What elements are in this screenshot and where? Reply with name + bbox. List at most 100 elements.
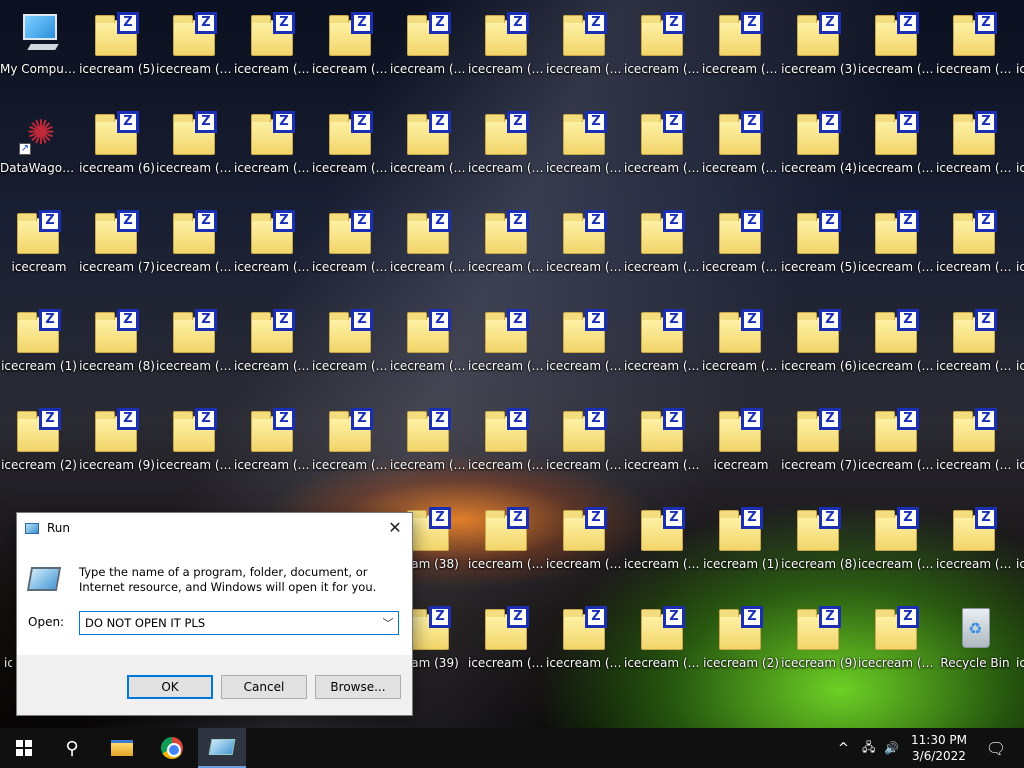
desktop-icon-zip-folder[interactable]: Zicecream (50) [546,301,624,393]
desktop-icon-zip-folder[interactable]: Zicecream (16) [156,400,234,492]
desktop-icon-zip-folder[interactable]: Zicecream (64) [702,301,780,393]
desktop-icon-zip-folder[interactable]: Zicecream (19) [234,4,312,96]
desktop-icon-zip-folder[interactable]: Zicecream (2) [702,598,780,690]
search-button[interactable]: ⚲ [48,728,96,768]
desktop-icon-zip-folder[interactable]: Zicecream (58) [624,400,702,492]
cancel-button[interactable]: Cancel [221,675,307,699]
desktop-icon-zip-folder[interactable]: Zicecream (34) [390,103,468,195]
desktop-icon-zip-folder[interactable]: Zicecream (57) [624,301,702,393]
desktop-icon-label-cutoff[interactable]: ic [1016,260,1024,274]
desktop-icon-zip-folder[interactable]: Zicecream (40) [468,4,546,96]
start-button[interactable] [0,728,48,768]
desktop-icon-zip-folder[interactable]: Zicecream (10) [858,4,936,96]
desktop-icon-zip-folder[interactable]: Zicecream [702,400,780,492]
desktop-icon-zip-folder[interactable]: Zicecream (9) [78,400,156,492]
desktop-icon-zip-folder[interactable]: Zicecream (1) [702,499,780,591]
desktop-icon-zip-folder[interactable]: Zicecream (4) [780,103,858,195]
desktop-icon-zip-folder[interactable]: Zicecream (46) [468,598,546,690]
desktop-icon-zip-folder[interactable]: Zicecream (12) [858,202,936,294]
desktop-icon-zip-folder[interactable]: Zicecream (59) [624,499,702,591]
desktop-icon-datawagon[interactable]: ✺ ↗ DataWagon... [0,103,78,195]
desktop-icon-zip-folder[interactable]: Zicecream (27) [312,103,390,195]
desktop-icon-label-cutoff[interactable]: ic [1016,161,1024,175]
desktop-icon-zip-folder[interactable]: Zicecream (2) [0,400,78,492]
desktop-icon-zip-folder[interactable]: Zicecream (43) [468,301,546,393]
desktop-icon-zip-folder[interactable]: Zicecream (55) [624,103,702,195]
network-icon[interactable]: 🖧 [862,728,875,768]
desktop-icon-label-cutoff[interactable]: ic [1016,62,1024,76]
desktop-icon-zip-folder[interactable]: Zicecream (12) [156,4,234,96]
desktop-icon-zip-folder[interactable]: Zicecream (18) [936,103,1014,195]
desktop-icon-zip-folder[interactable]: Zicecream (52) [546,499,624,591]
desktop-icon-zip-folder[interactable]: Zicecream (1) [0,301,78,393]
tray-chevron-icon[interactable]: ^ [838,728,849,768]
desktop-icon-zip-folder[interactable]: Zicecream (63) [702,202,780,294]
open-input[interactable]: DO NOT OPEN IT PLS [80,616,378,630]
desktop-icon-zip-folder[interactable]: Zicecream (5) [780,202,858,294]
open-combobox[interactable]: DO NOT OPEN IT PLS ﹀ [79,611,399,635]
desktop-icon-zip-folder[interactable]: Zicecream (49) [546,202,624,294]
desktop-icon-computer[interactable]: My Computer [0,4,78,96]
desktop-icon-zip-folder[interactable]: Zicecream (22) [234,301,312,393]
desktop-icon-zip-folder[interactable]: Zicecream (45) [468,499,546,591]
desktop-icon-zip-folder[interactable]: Zicecream (6) [780,301,858,393]
desktop-icon-label-cutoff[interactable]: ic [1016,359,1024,373]
desktop-icon-zip-folder[interactable]: Zicecream (20) [936,301,1014,393]
chrome-button[interactable] [148,728,196,768]
file-explorer-button[interactable] [98,728,146,768]
desktop-icon-label-cutoff[interactable]: ic [4,656,12,670]
desktop-icon-zip-folder[interactable]: Zicecream (36) [390,301,468,393]
desktop-icon-zip-folder[interactable]: Zicecream (22) [936,499,1014,591]
desktop-icon-zip-folder[interactable]: Zicecream (60) [624,598,702,690]
desktop-icon-zip-folder[interactable]: Zicecream (21) [936,400,1014,492]
desktop-icon-zip-folder[interactable]: Zicecream (16) [858,598,936,690]
desktop-icon-zip-folder[interactable]: Zicecream (7) [78,202,156,294]
notification-icon[interactable]: 🗨 [976,728,1016,768]
run-taskbar-button[interactable] [198,728,246,768]
desktop-icon-zip-folder[interactable]: Zicecream (26) [312,4,390,96]
desktop-icon-zip-folder[interactable]: Zicecream (20) [234,103,312,195]
desktop-icon-zip-folder[interactable]: Zicecream (7) [780,400,858,492]
desktop-icon-zip-folder[interactable]: Zicecream (28) [312,202,390,294]
desktop-icon-zip-folder[interactable]: Zicecream (33) [390,4,468,96]
desktop-icon-zip-folder[interactable]: Zicecream (48) [546,103,624,195]
desktop-icon-label-cutoff[interactable]: ic [1016,656,1024,670]
desktop-icon-zip-folder[interactable]: Zicecream (9) [780,598,858,690]
desktop-icon-zip-folder[interactable]: Zicecream [0,202,78,294]
desktop-icon-zip-folder[interactable]: Zicecream (30) [312,400,390,492]
desktop-icon-label-cutoff[interactable]: ic [1016,458,1024,472]
desktop-icon-zip-folder[interactable]: Zicecream (8) [78,301,156,393]
desktop-icon-zip-folder[interactable]: Zicecream (11) [858,103,936,195]
desktop-icon-zip-folder[interactable]: Zicecream (17) [936,4,1014,96]
desktop-icon-zip-folder[interactable]: Zicecream (61) [702,4,780,96]
desktop-icon-zip-folder[interactable]: Zicecream (41) [468,103,546,195]
desktop-icon-label-cutoff[interactable]: ic [1016,557,1024,571]
desktop-icon-zip-folder[interactable]: Zicecream (44) [468,400,546,492]
desktop-icon-zip-folder[interactable]: Zicecream (3) [780,4,858,96]
desktop-icon-zip-folder[interactable]: Zicecream (29) [312,301,390,393]
desktop-icon-zip-folder[interactable]: Zicecream (51) [546,400,624,492]
desktop-icon-zip-folder[interactable]: Zicecream (6) [78,103,156,195]
browse-button[interactable]: Browse... [315,675,401,699]
desktop-icon-zip-folder[interactable]: Zicecream (13) [858,301,936,393]
desktop-icon-zip-folder[interactable]: Zicecream (21) [234,202,312,294]
ok-button[interactable]: OK [127,675,213,699]
desktop-icon-zip-folder[interactable]: Zicecream (56) [624,202,702,294]
desktop-icon-zip-folder[interactable]: Zicecream (8) [780,499,858,591]
desktop-icon-zip-folder[interactable]: Zicecream (15) [858,499,936,591]
run-title-bar[interactable]: Run [17,513,412,543]
chevron-down-icon[interactable]: ﹀ [378,615,398,631]
desktop-icon-zip-folder[interactable]: Zicecream (62) [702,103,780,195]
desktop-icon-zip-folder[interactable]: Zicecream (53) [546,598,624,690]
desktop-icon-zip-folder[interactable]: Zicecream (15) [156,301,234,393]
desktop-icon-zip-folder[interactable]: Zicecream (14) [156,202,234,294]
close-icon[interactable]: ✕ [384,517,406,539]
desktop-icon-zip-folder[interactable]: Zicecream (23) [234,400,312,492]
desktop-icon-zip-folder[interactable]: Zicecream (19) [936,202,1014,294]
desktop-icon-zip-folder[interactable]: Zicecream (47) [546,4,624,96]
clock[interactable]: 11:30 PM 3/6/2022 [904,732,974,764]
desktop-icon-zip-folder[interactable]: Zicecream (54) [624,4,702,96]
desktop-icon-zip-folder[interactable]: Zicecream (5) [78,4,156,96]
desktop-icon-zip-folder[interactable]: Zicecream (35) [390,202,468,294]
desktop-icon-zip-folder[interactable]: Zicecream (42) [468,202,546,294]
